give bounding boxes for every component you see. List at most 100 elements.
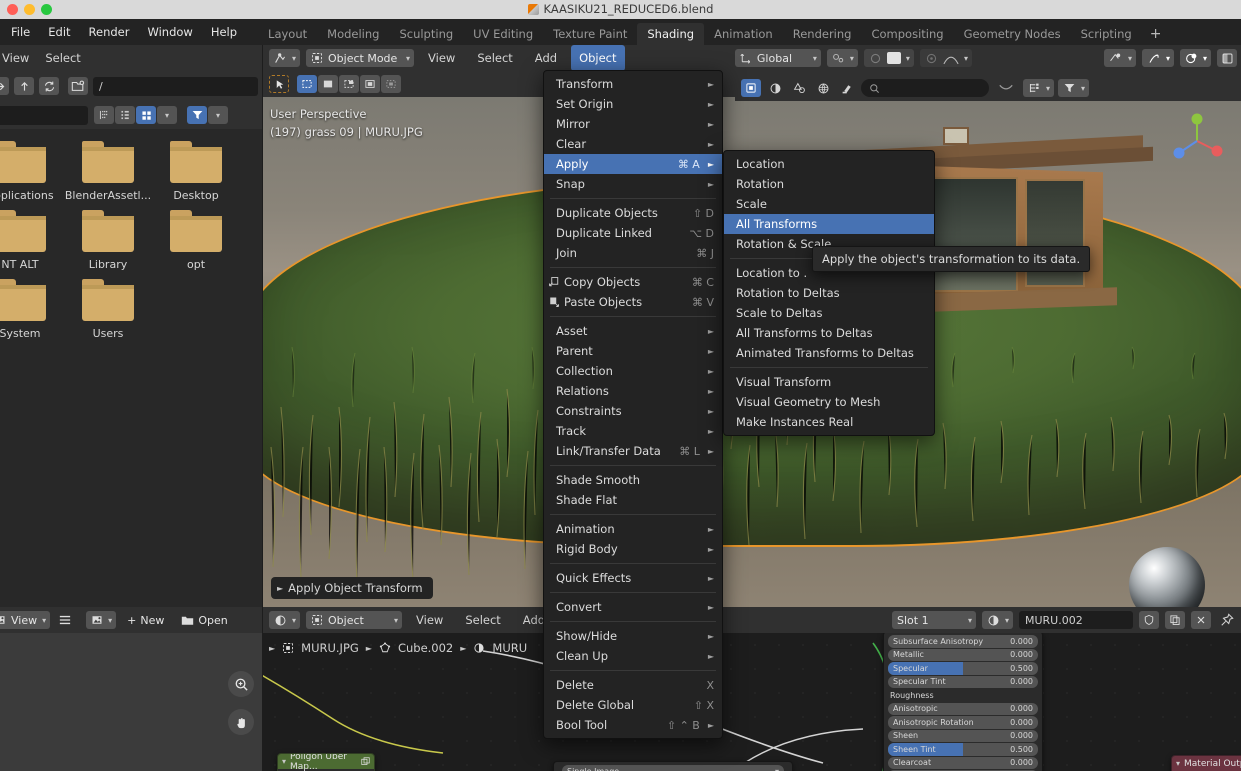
prop-sheen[interactable]: Sheen 0.000 [888,729,1038,742]
object-menu-shade-flat[interactable]: Shade Flat [544,490,722,510]
object-menu-copy-objects[interactable]: Copy Objects ⌘ C [544,272,722,292]
viewport-menu-view[interactable]: View [420,45,463,71]
object-menu-parent[interactable]: Parent ► [544,341,722,361]
apply-scale-to-deltas[interactable]: Scale to Deltas [724,303,934,323]
shader-editor-type-selector[interactable]: ▾ [269,611,301,629]
material-name-input[interactable]: MURU.002 [1019,611,1133,629]
navigation-gizmo[interactable] [1167,111,1227,171]
create-new-directory-button[interactable] [68,77,88,95]
display-mode-horizontal-list-icon[interactable] [115,106,135,124]
outliner-display-blender-file-icon[interactable] [765,79,785,97]
file-name-filter-input[interactable] [0,105,88,125]
new-image-button[interactable]: + New [121,611,170,629]
tab-sculpting[interactable]: Sculpting [389,23,463,45]
select-set-mode-icon[interactable] [297,75,317,93]
file-item-opt[interactable]: opt [152,210,240,271]
file-browser-menu-view[interactable]: View [0,45,37,71]
viewport-menu-select[interactable]: Select [469,45,520,71]
tab-geometry-nodes[interactable]: Geometry Nodes [954,23,1071,45]
object-menu-asset[interactable]: Asset ► [544,321,722,341]
image-editor-canvas[interactable] [0,633,262,771]
select-extend-mode-icon[interactable] [318,75,338,93]
prop-clearcoat[interactable]: Clearcoat 0.000 [888,756,1038,769]
principled-bsdf-node[interactable]: Subsurface Anisotropy 0.000 Metallic 0.0… [883,631,1043,771]
prop-anisotropic-rotation[interactable]: Anisotropic Rotation 0.000 [888,716,1038,729]
object-menu-animation[interactable]: Animation ► [544,519,722,539]
shader-type-selector[interactable]: Object ▾ [306,611,403,629]
object-menu-quick-effects[interactable]: Quick Effects ► [544,568,722,588]
fake-user-toggle[interactable] [1139,611,1159,629]
filter-options-dropdown[interactable]: ▾ [208,106,228,124]
zoom-tool-icon[interactable] [228,671,254,697]
object-menu-duplicate-objects[interactable]: Duplicate Objects ⇧ D [544,203,722,223]
uber-map-node[interactable]: ▾ Poligon Uber Map... [277,753,375,771]
object-menu-mirror[interactable]: Mirror ► [544,114,722,134]
image-source-selector[interactable]: Single Image ▾ [562,765,784,771]
operator-redo-panel[interactable]: ► Apply Object Transform [271,577,433,599]
new-material-button[interactable] [1165,611,1185,629]
apply-make-instances-real[interactable]: Make Instances Real [724,412,934,432]
object-menu-track[interactable]: Track ► [544,421,722,441]
image-editor-type-selector[interactable]: View ▾ [0,611,51,629]
prop-anisotropic[interactable]: Anisotropic 0.000 [888,702,1038,715]
menu-file[interactable]: File [2,19,39,45]
browse-material-selector[interactable]: ▾ [981,611,1013,629]
outliner-display-orphan-data-icon[interactable] [813,79,833,97]
material-output-node[interactable]: ▾ Material Output [1171,755,1241,771]
apply-submenu-popup[interactable]: Location Rotation Scale All Transforms R… [723,150,935,436]
outliner-filter-sorting[interactable]: ▾ [1023,79,1055,97]
object-menu-transform[interactable]: Transform ► [544,74,722,94]
file-item-nt-alt[interactable]: NT ALT [0,210,64,271]
object-menu-convert[interactable]: Convert ► [544,597,722,617]
outliner-filter-menu[interactable]: ▾ [1058,79,1090,97]
image-browse-selector[interactable]: ▾ [86,611,117,629]
object-menu-shade-smooth[interactable]: Shade Smooth [544,470,722,490]
tab-layout[interactable]: Layout [258,23,317,45]
material-slot-selector[interactable]: Slot 1 ▾ [891,611,976,629]
outliner-display-view-layer-icon[interactable] [789,79,809,97]
add-workspace-button[interactable]: + [1142,23,1170,45]
interaction-mode-selector[interactable]: Object Mode ▾ [306,49,415,67]
object-menu-join[interactable]: Join ⌘ J [544,243,722,263]
outliner-search-input[interactable] [861,79,989,97]
proportional-editing-group[interactable]: ▾ [863,49,914,67]
shader-menu-view[interactable]: View [408,607,451,633]
apply-scale[interactable]: Scale [724,194,934,214]
tab-uv-editing[interactable]: UV Editing [463,23,543,45]
image-editor-hamburger-menu-icon[interactable] [55,611,75,629]
shader-menu-select[interactable]: Select [457,607,508,633]
tab-modeling[interactable]: Modeling [317,23,389,45]
object-menu-clean-up[interactable]: Clean Up ► [544,646,722,666]
breadcrumb-mesh[interactable]: Cube.002 [398,641,453,655]
breadcrumb-material[interactable]: MURU [492,641,527,655]
apply-animated-transforms-to-deltas[interactable]: Animated Transforms to Deltas [724,343,934,363]
object-menu-collection[interactable]: Collection ► [544,361,722,381]
pin-button[interactable] [1217,611,1237,629]
file-item-system[interactable]: System [0,279,64,340]
overlays-toggle[interactable]: ▾ [1179,49,1211,67]
viewport-menu-add[interactable]: Add [527,45,565,71]
display-mode-vertical-list-icon[interactable] [94,106,114,124]
object-menu-duplicate-linked[interactable]: Duplicate Linked ⌥ D [544,223,722,243]
tab-shading[interactable]: Shading [637,23,705,45]
display-mode-thumbnails-icon[interactable] [136,106,156,124]
prop-metallic[interactable]: Metallic 0.000 [888,648,1038,661]
object-menu-clear[interactable]: Clear ► [544,134,722,154]
apply-visual-transform[interactable]: Visual Transform [724,372,934,392]
prop-subsurface-anisotropy[interactable]: Subsurface Anisotropy 0.000 [888,635,1038,648]
viewport-menu-object[interactable]: Object [571,45,625,71]
file-item-library[interactable]: Library [64,210,152,271]
transform-orientation-selector[interactable]: Global ▾ [734,49,821,67]
chevron-down-icon[interactable]: ▾ [1176,759,1180,768]
pan-tool-icon[interactable] [228,709,254,735]
prop-sheen-tint[interactable]: Sheen Tint 0.500 [888,743,1038,756]
object-menu-set-origin[interactable]: Set Origin ► [544,94,722,114]
prop-specular-tint[interactable]: Specular Tint 0.000 [888,675,1038,688]
proportional-falloff-swatch[interactable] [886,52,901,64]
forward-button[interactable] [0,77,9,95]
object-menu-link-transfer-data[interactable]: Link/Transfer Data ⌘ L ► [544,441,722,461]
unlink-material-button[interactable] [1191,611,1211,629]
display-mode-dropdown[interactable]: ▾ [157,106,177,124]
file-item-blenderassetl[interactable]: BlenderAssetl... [64,141,152,202]
tab-rendering[interactable]: Rendering [783,23,862,45]
